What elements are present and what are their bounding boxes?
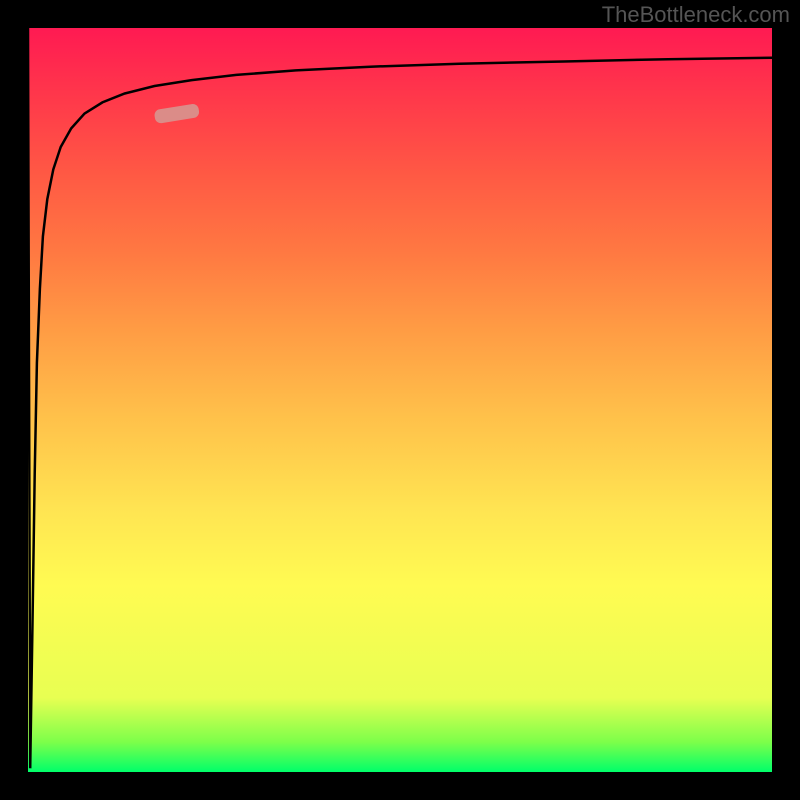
watermark-text: TheBottleneck.com: [602, 2, 790, 28]
highlight-marker: [154, 103, 200, 124]
curve-layer: [28, 28, 772, 772]
chart-frame: [0, 0, 800, 800]
frame-border: [0, 0, 28, 800]
frame-border: [0, 772, 800, 800]
frame-border: [772, 0, 800, 800]
bottleneck-curve: [28, 28, 772, 768]
